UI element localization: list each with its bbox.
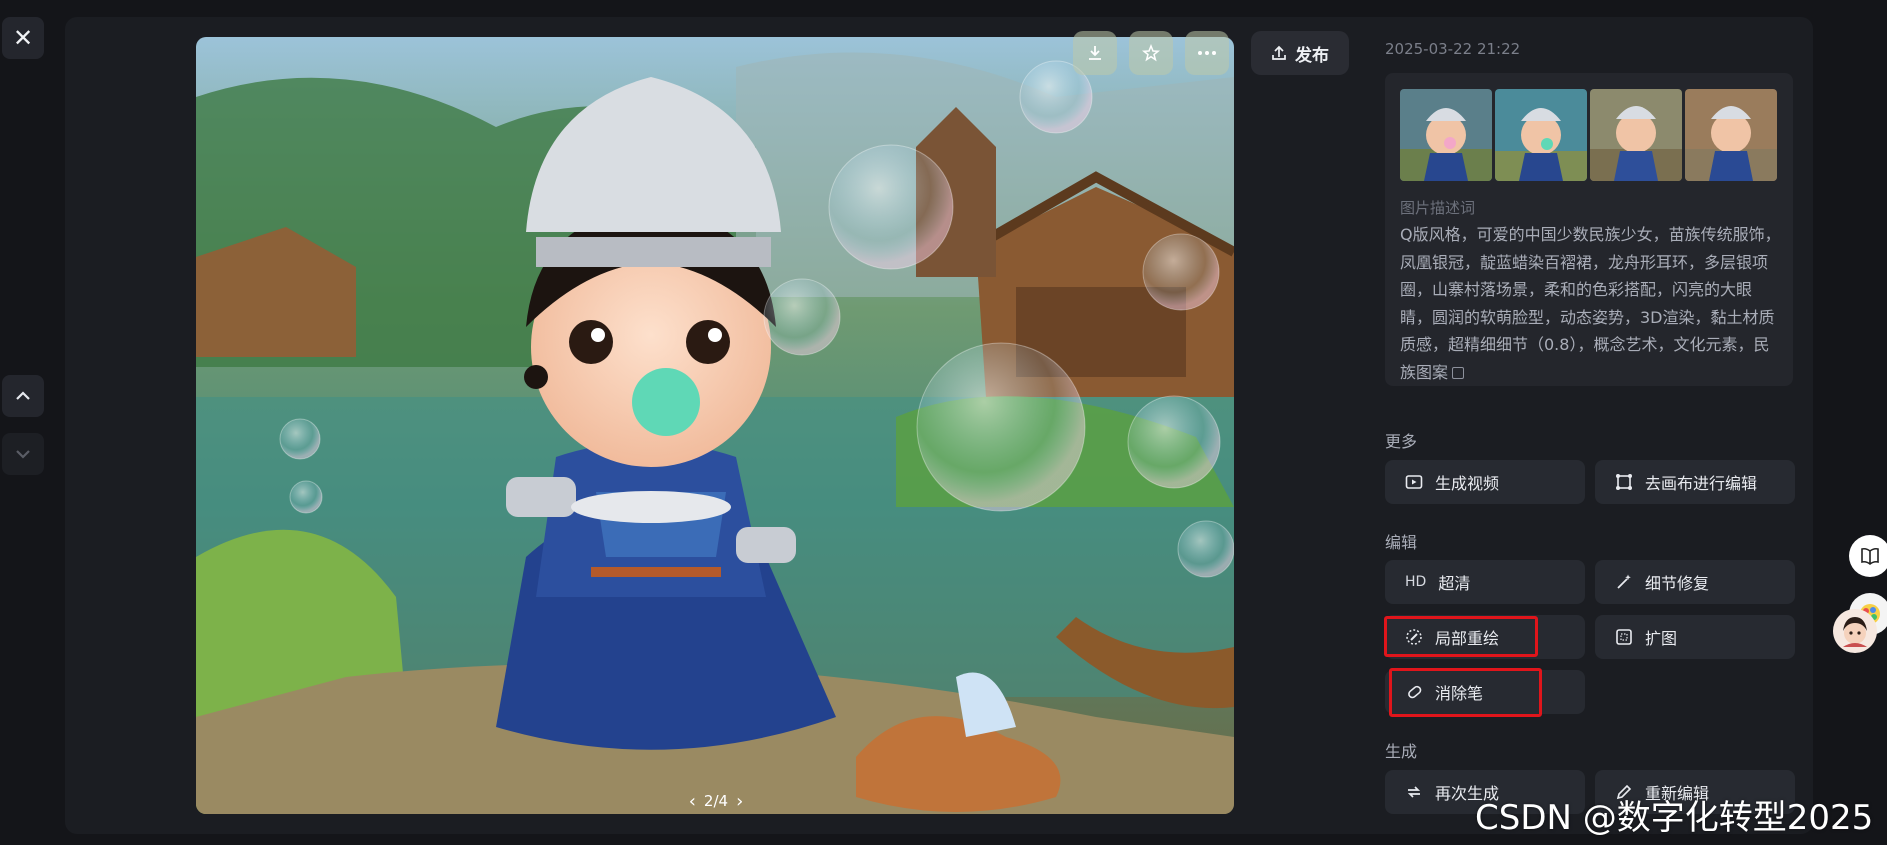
publish-button[interactable]: 发布 bbox=[1251, 31, 1349, 75]
star-icon bbox=[1142, 44, 1160, 62]
thumbnail-4[interactable] bbox=[1685, 89, 1777, 181]
copy-icon[interactable] bbox=[1452, 367, 1465, 379]
detail-fix-label: 细节修复 bbox=[1645, 574, 1710, 593]
video-icon bbox=[1405, 475, 1423, 489]
eraser-highlight-box bbox=[1389, 668, 1542, 717]
expand-icon bbox=[1616, 629, 1632, 645]
description-label: 图片描述词 bbox=[1400, 199, 1476, 217]
pager-prev-icon[interactable]: ‹ bbox=[689, 791, 696, 812]
book-icon bbox=[1861, 547, 1879, 565]
pager-next-icon[interactable]: › bbox=[736, 791, 743, 812]
section-generate-title: 生成 bbox=[1385, 742, 1418, 761]
description-content: Q版风格，可爱的中国少数民族少女，苗族传统服饰，凤凰银冠，靛蓝蜡染百褶裙，龙舟形… bbox=[1400, 225, 1781, 382]
chevron-up-icon bbox=[16, 391, 30, 400]
thumbnail-2[interactable] bbox=[1495, 89, 1587, 181]
canvas-edit-button[interactable]: 去画布进行编辑 bbox=[1595, 460, 1795, 504]
watermark-text: CSDN @数字化转型2025 bbox=[1475, 798, 1874, 838]
thumbnail-1[interactable] bbox=[1400, 89, 1492, 181]
canvas-icon bbox=[1616, 474, 1632, 490]
pager-text: 2/4 bbox=[703, 792, 729, 810]
close-icon: ✕ bbox=[12, 24, 34, 52]
chevron-down-icon bbox=[16, 450, 30, 459]
publish-label: 发布 bbox=[1295, 45, 1329, 66]
avatar-icon bbox=[1843, 617, 1867, 647]
thumbnail-3[interactable] bbox=[1590, 89, 1682, 181]
generate-video-label: 生成视频 bbox=[1435, 474, 1500, 493]
description-text: Q版风格，可爱的中国少数民族少女，苗族传统服饰，凤凰银冠，靛蓝蜡染百褶裙，龙舟形… bbox=[1400, 221, 1782, 386]
more-button[interactable] bbox=[1185, 31, 1229, 75]
upload-icon bbox=[1272, 45, 1286, 60]
canvas-edit-label: 去画布进行编辑 bbox=[1645, 474, 1758, 493]
image-pager: ‹ 2/4 › bbox=[676, 788, 756, 814]
timestamp: 2025-03-22 21:22 bbox=[1385, 40, 1521, 58]
magic-wand-icon bbox=[1617, 574, 1631, 589]
upscale-label: 超清 bbox=[1438, 574, 1471, 593]
upscale-button[interactable]: HD 超清 bbox=[1385, 560, 1585, 604]
inpaint-highlight-box bbox=[1384, 616, 1538, 657]
close-button[interactable]: ✕ bbox=[2, 17, 44, 59]
detail-fix-button[interactable]: 细节修复 bbox=[1595, 560, 1795, 604]
previous-image-button[interactable] bbox=[2, 375, 44, 417]
next-image-button[interactable] bbox=[2, 433, 44, 475]
refresh-icon bbox=[1407, 786, 1421, 798]
more-icon bbox=[1198, 51, 1216, 55]
guide-button[interactable] bbox=[1849, 535, 1887, 577]
expand-button[interactable]: 扩图 bbox=[1595, 615, 1795, 659]
assistant-avatar[interactable] bbox=[1833, 609, 1877, 653]
expand-label: 扩图 bbox=[1645, 629, 1678, 648]
generate-video-button[interactable]: 生成视频 bbox=[1385, 460, 1585, 504]
favorite-button[interactable] bbox=[1129, 31, 1173, 75]
section-edit-title: 编辑 bbox=[1385, 533, 1418, 552]
section-more-title: 更多 bbox=[1385, 432, 1418, 451]
hd-badge: HD bbox=[1405, 574, 1427, 590]
download-icon bbox=[1089, 46, 1101, 60]
generated-image bbox=[196, 37, 1234, 814]
download-button[interactable] bbox=[1073, 31, 1117, 75]
